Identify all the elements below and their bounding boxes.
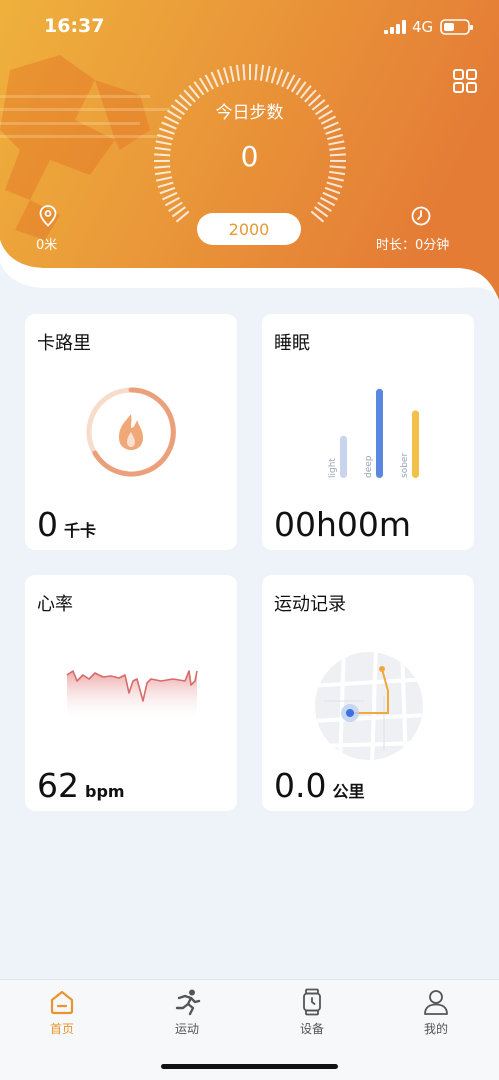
calories-card[interactable]: 卡路里 0 千卡: [25, 314, 237, 550]
calories-title: 卡路里: [37, 333, 91, 354]
tab-sport[interactable]: 运动: [147, 988, 227, 1046]
calories-value-row: 0 千卡: [37, 505, 96, 544]
step-goal-button[interactable]: 2000: [197, 213, 301, 245]
clock-icon: [411, 206, 431, 226]
sleep-value-row: 00h00m: [274, 505, 411, 544]
status-bar: 16:37 4G: [0, 0, 499, 54]
route-map-icon: [315, 652, 423, 760]
sleep-stage-chart: light deep sober: [328, 388, 419, 478]
steps-header: 16:37 4G 今日步数 0 2000 0米 时长：0分钟: [0, 0, 499, 300]
exercise-value-row: 0.0 公里: [274, 766, 365, 805]
heart-rate-unit: bpm: [85, 782, 125, 801]
exercise-title: 运动记录: [274, 594, 346, 615]
sleep-bar-deep: [376, 388, 383, 478]
sleep-title: 睡眠: [274, 333, 310, 354]
flame-icon: [86, 387, 176, 477]
heart-rate-title: 心率: [37, 594, 73, 615]
steps-value: 0: [240, 140, 259, 173]
heart-rate-value: 62: [37, 766, 79, 805]
tab-sport-label: 运动: [174, 1022, 199, 1036]
tab-profile-label: 我的: [423, 1022, 448, 1036]
sleep-bar-label-light: light: [328, 458, 338, 478]
tab-device[interactable]: 设备: [272, 988, 352, 1046]
user-icon: [424, 990, 448, 1015]
home-indicator: [161, 1064, 338, 1069]
heart-rate-value-row: 62 bpm: [37, 766, 125, 805]
sleep-bar-light: [340, 435, 347, 478]
sleep-value: 00h00m: [274, 505, 412, 544]
battery-icon: [440, 19, 473, 35]
tab-device-label: 设备: [299, 1022, 324, 1036]
running-icon: [175, 989, 201, 1016]
grid-menu-icon[interactable]: [452, 68, 478, 94]
steps-label: 今日步数: [215, 103, 284, 123]
exercise-record-card[interactable]: 运动记录 0.0 公里: [262, 575, 474, 811]
sleep-bar-label-deep: deep: [364, 455, 374, 478]
tab-home-label: 首页: [49, 1022, 74, 1036]
sleep-bar-label-sober: sober: [400, 453, 410, 478]
status-time: 16:37: [44, 15, 105, 37]
location-pin-icon: [39, 205, 57, 227]
heart-rate-wave: [66, 670, 198, 717]
tab-profile[interactable]: 我的: [396, 988, 476, 1046]
home-icon: [50, 990, 74, 1015]
tab-home[interactable]: 首页: [22, 988, 102, 1046]
network-type: 4G: [412, 18, 434, 36]
distance-value: 0米: [36, 238, 58, 253]
signal-bars-icon: [384, 20, 406, 34]
exercise-distance-unit: 公里: [332, 782, 365, 801]
duration-value: 时长：0分钟: [376, 238, 450, 253]
sleep-card[interactable]: 睡眠 light deep sober 00h00m: [262, 314, 474, 550]
heart-rate-card[interactable]: 心率 62 bpm: [25, 575, 237, 811]
exercise-distance-value: 0.0: [274, 766, 327, 805]
calories-unit: 千卡: [64, 521, 97, 540]
sleep-bar-sober: [412, 410, 419, 478]
watch-icon: [303, 988, 321, 1016]
calories-value: 0: [37, 505, 58, 544]
